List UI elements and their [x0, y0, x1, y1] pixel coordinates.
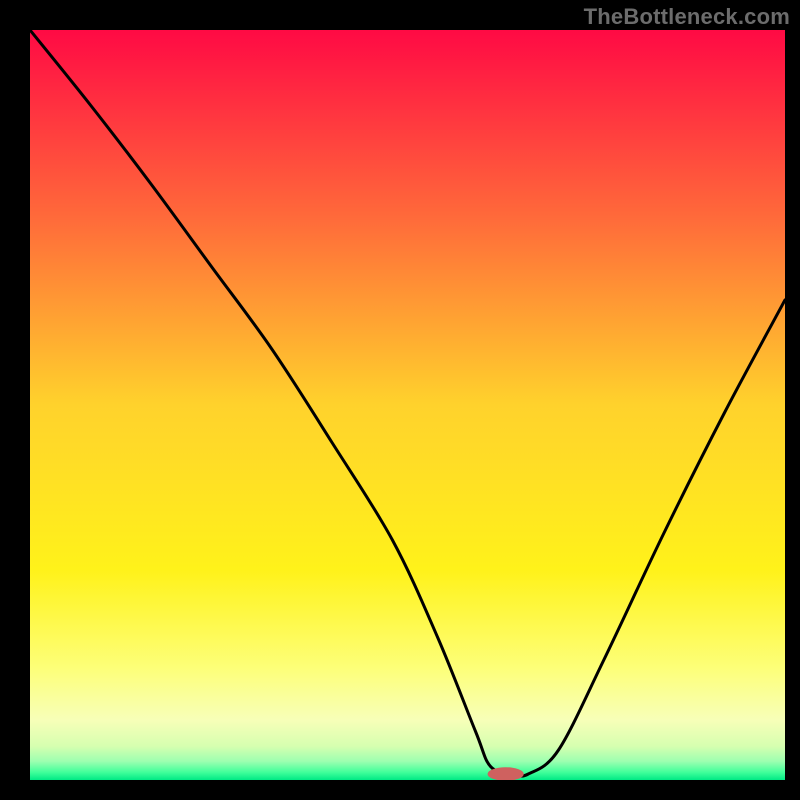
optimal-point-marker [488, 767, 524, 781]
plot-background [30, 30, 785, 780]
chart-frame: TheBottleneck.com [0, 0, 800, 800]
watermark-text: TheBottleneck.com [584, 4, 790, 30]
bottleneck-chart [0, 0, 800, 800]
